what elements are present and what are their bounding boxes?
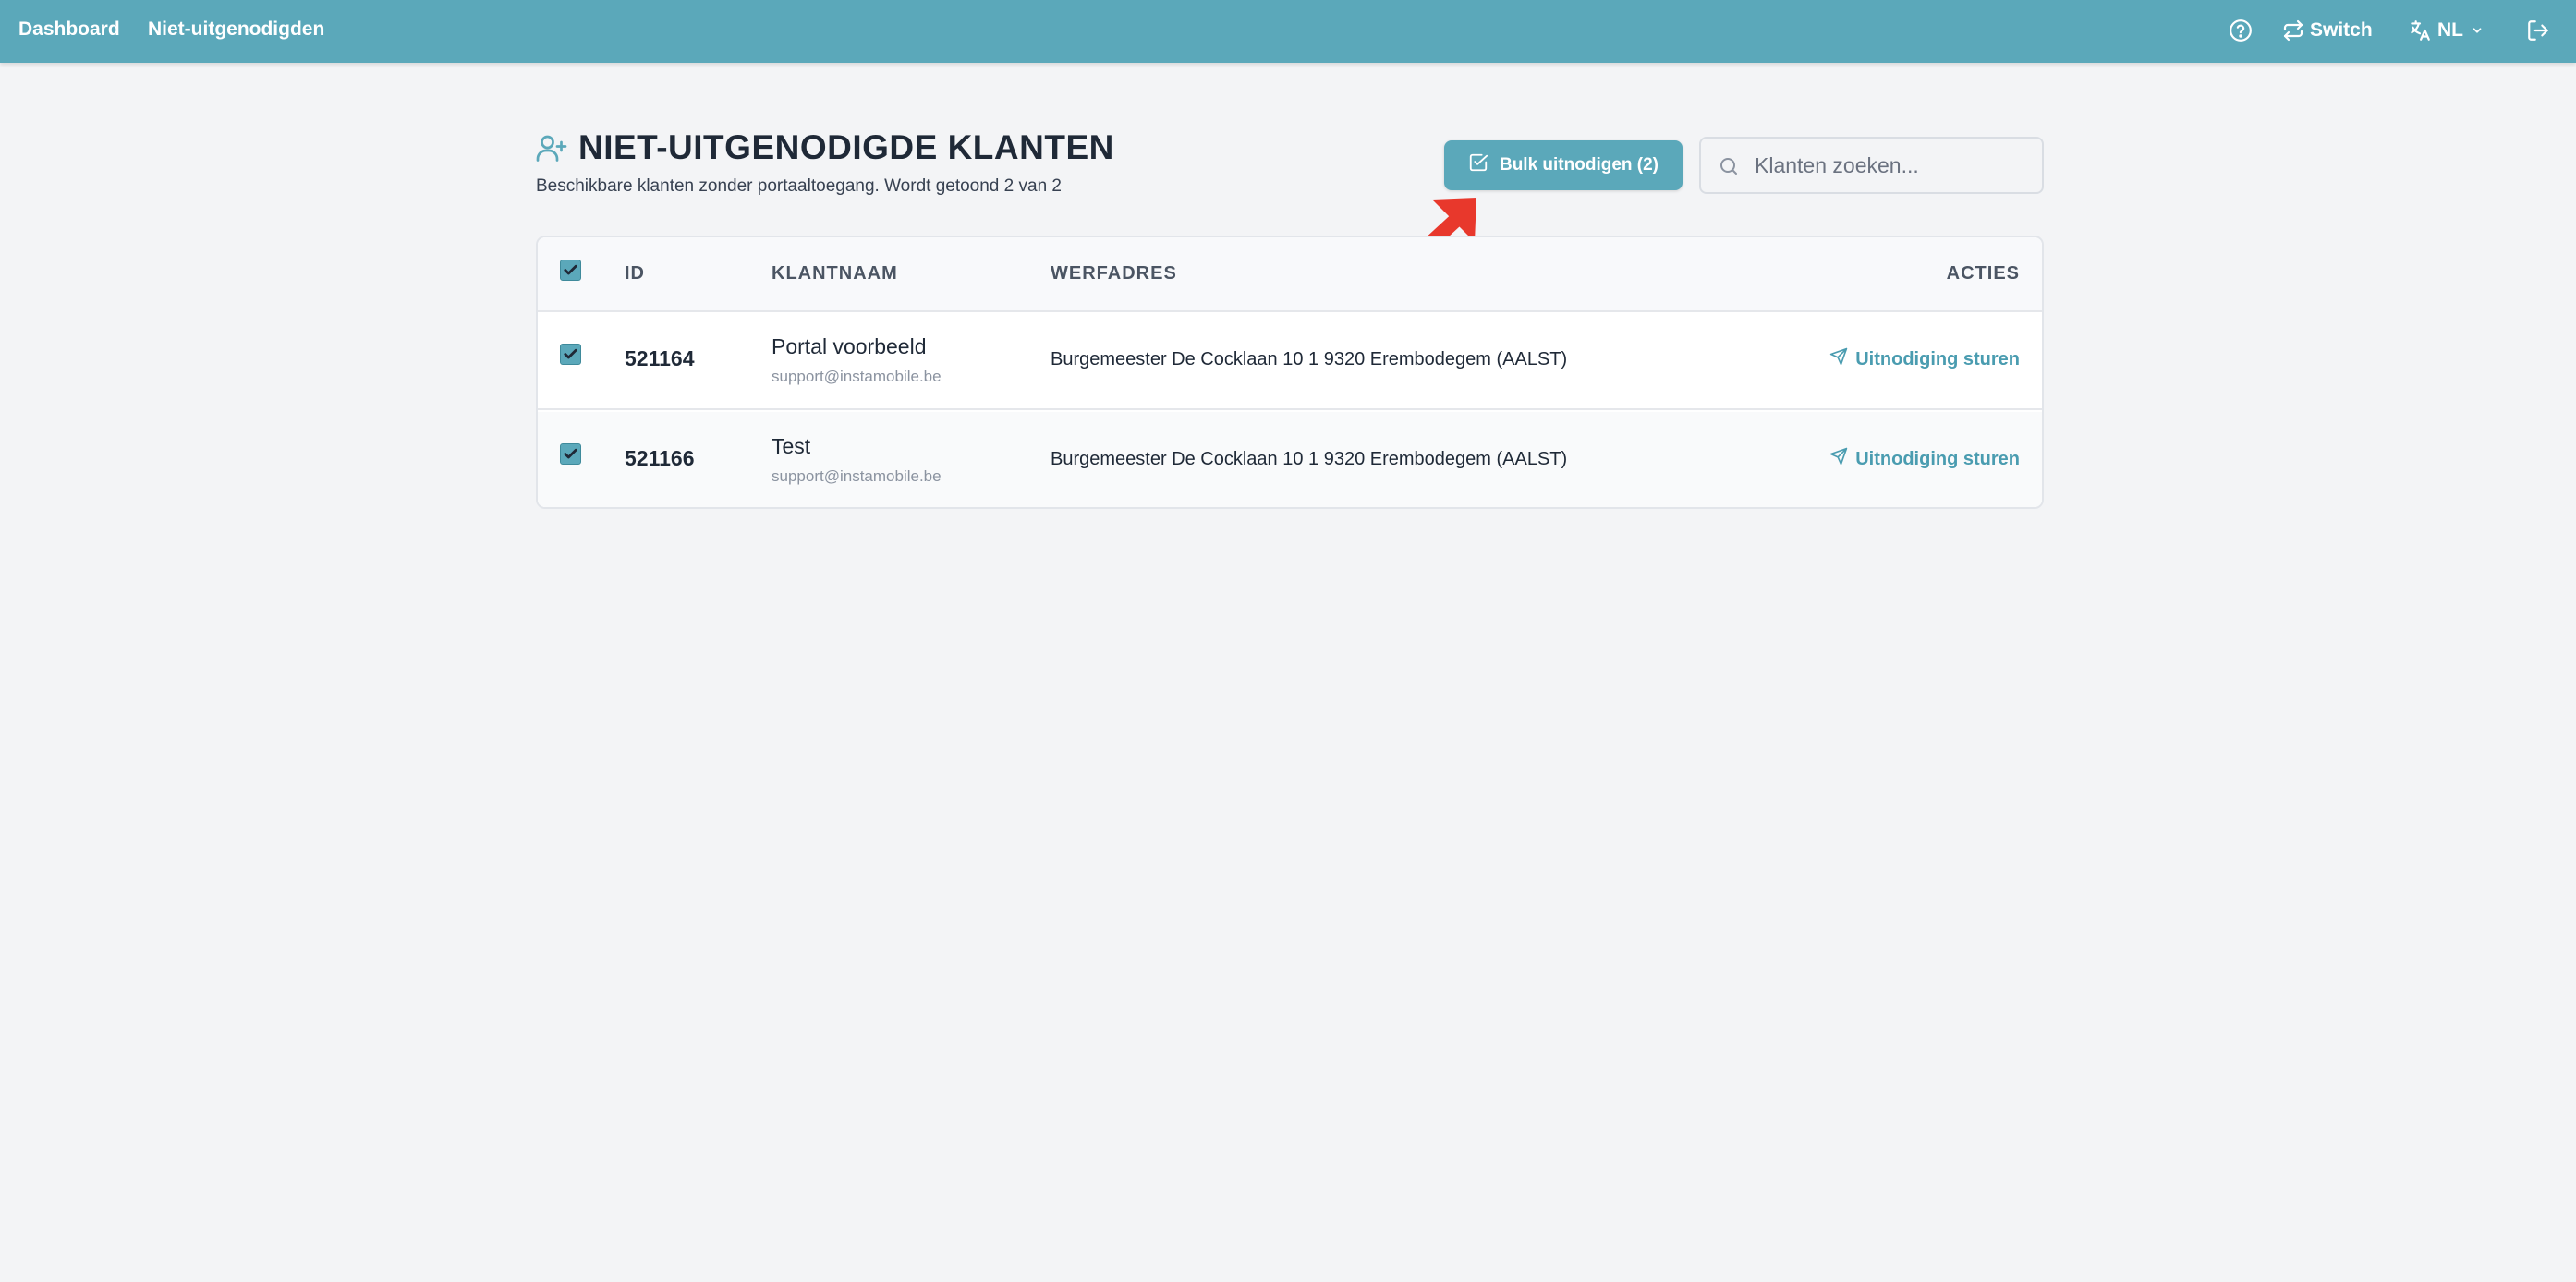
customer-id: 521164 [625, 346, 695, 370]
search-icon [1718, 155, 1740, 182]
send-icon [1829, 347, 1848, 371]
switch-icon [2282, 19, 2304, 42]
table-row: 521164 Portal voorbeeld support@instamob… [538, 312, 2042, 410]
select-all-checkbox[interactable] [560, 260, 581, 281]
page-subtitle: Beschikbare klanten zonder portaaltoegan… [536, 176, 1062, 196]
logout-button[interactable] [2526, 15, 2550, 46]
column-header-address: WERFADRES [1051, 263, 1177, 284]
bulk-invite-label: Bulk uitnodigen (2) [1499, 155, 1659, 175]
column-header-id: ID [625, 263, 645, 284]
send-invitation-link[interactable]: Uitnodiging sturen [1829, 347, 2020, 371]
send-invitation-link[interactable]: Uitnodiging sturen [1829, 447, 2020, 471]
customer-id: 521166 [625, 446, 695, 470]
language-selector[interactable]: NL [2408, 15, 2484, 46]
translate-icon [2408, 18, 2432, 42]
bulk-invite-button[interactable]: Bulk uitnodigen (2) [1444, 140, 1683, 190]
customer-email: support@instamobile.be [772, 467, 942, 485]
send-icon [1829, 447, 1848, 471]
customer-name: Portal voorbeeld [772, 334, 927, 358]
customers-table: ID KLANTNAAM WERFADRES ACTIES 521164 Por… [536, 236, 2044, 509]
column-header-actions: ACTIES [1946, 263, 2020, 284]
nav-link-dashboard[interactable]: Dashboard [18, 17, 120, 42]
customer-address: Burgemeester De Cocklaan 10 1 9320 Eremb… [1051, 349, 1568, 369]
search-box [1699, 137, 2044, 194]
column-header-name: KLANTNAAM [772, 263, 898, 284]
table-header: ID KLANTNAAM WERFADRES ACTIES [538, 237, 2042, 312]
row-checkbox[interactable] [560, 344, 581, 365]
checkbox-square-icon [1468, 152, 1488, 178]
switch-label: Switch [2310, 19, 2373, 41]
help-icon [2229, 18, 2253, 42]
customer-name: Test [772, 434, 811, 458]
help-button[interactable] [2229, 15, 2253, 46]
switch-button[interactable]: Switch [2282, 15, 2373, 46]
logout-icon [2526, 18, 2550, 42]
language-label: NL [2437, 19, 2463, 41]
top-navigation-bar: Dashboard Niet-uitgenodigden Switch NL [0, 0, 2576, 63]
user-plus-icon [535, 131, 568, 169]
send-invitation-label: Uitnodiging sturen [1855, 448, 2020, 469]
page-title: NIET-UITGENODIGDE KLANTEN [578, 128, 1114, 166]
nav-link-uninvited[interactable]: Niet-uitgenodigden [148, 17, 324, 42]
send-invitation-label: Uitnodiging sturen [1855, 348, 2020, 369]
customer-email: support@instamobile.be [772, 368, 942, 385]
topbar-actions: Switch NL [2206, 0, 2576, 63]
row-checkbox[interactable] [560, 443, 581, 465]
table-row: 521166 Test support@instamobile.be Burge… [538, 412, 2042, 507]
search-input[interactable] [1755, 139, 2032, 192]
customer-address: Burgemeester De Cocklaan 10 1 9320 Eremb… [1051, 449, 1568, 469]
chevron-down-icon [2471, 24, 2484, 37]
